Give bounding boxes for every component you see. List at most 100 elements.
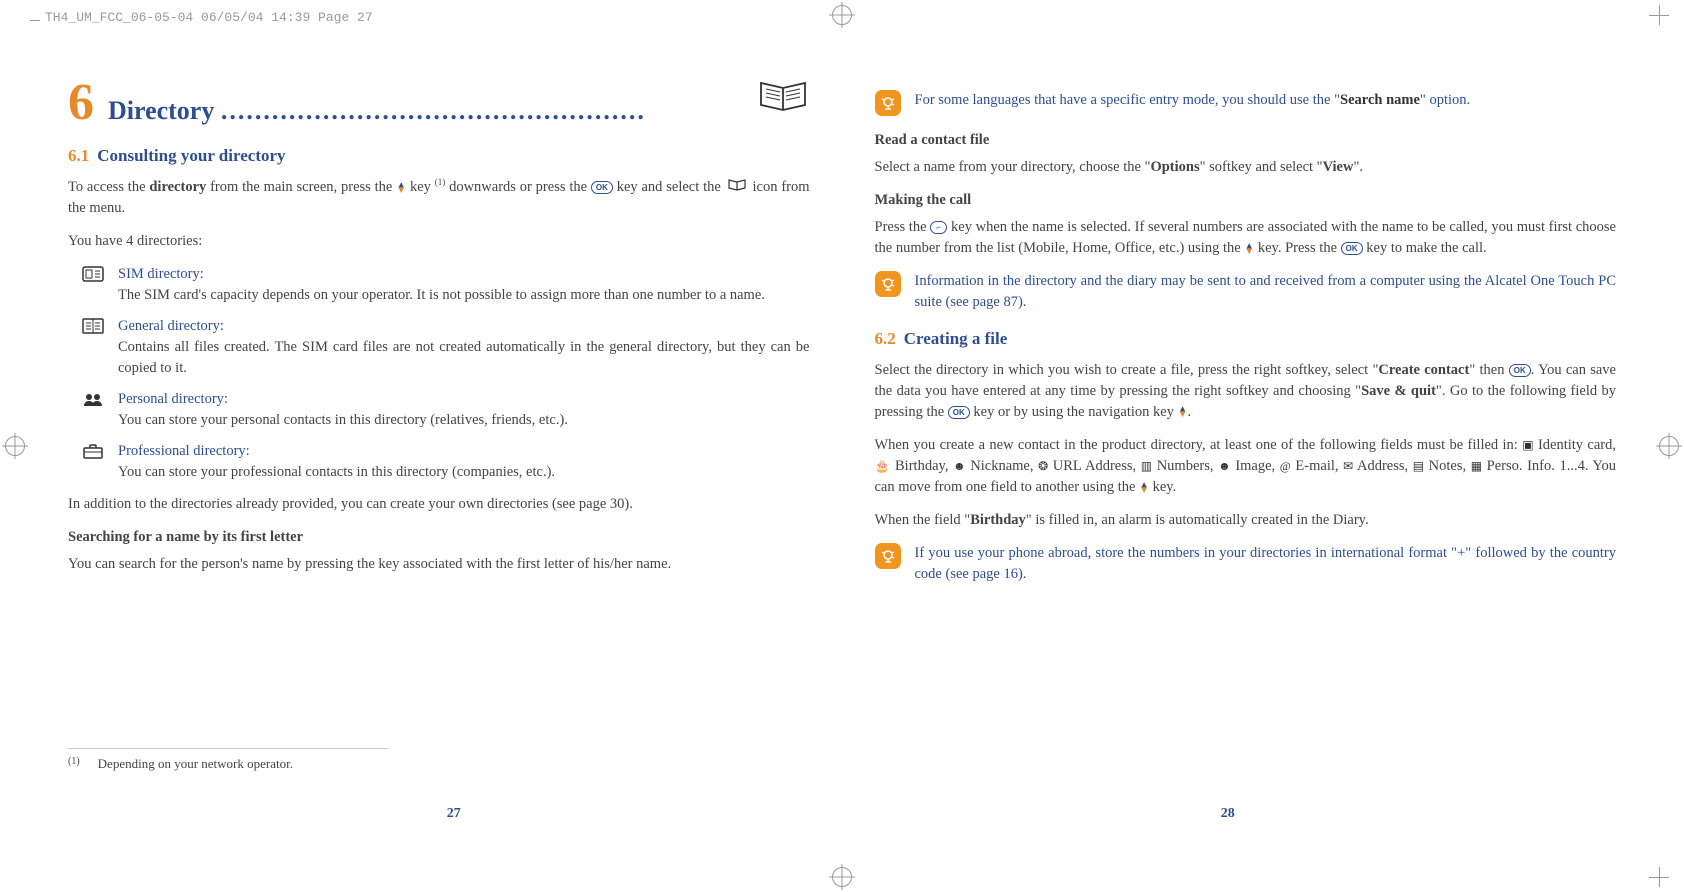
nav-key-icon: ▲▼: [1244, 244, 1254, 254]
chapter-title-text: Directory: [108, 96, 214, 125]
ok-key-icon: OK: [1509, 364, 1531, 377]
birthday-icon: 🎂: [875, 459, 891, 473]
image-icon: ☻: [1218, 459, 1231, 473]
you-have-text: You have 4 directories:: [68, 231, 810, 252]
search-heading: Searching for a name by its first letter: [68, 527, 810, 548]
registration-mark-bottom: [832, 867, 852, 887]
text: " then: [1469, 362, 1508, 378]
tip-icon: [875, 271, 901, 297]
field-name: URL Address,: [1053, 458, 1136, 474]
dir-name: Professional directory:: [118, 441, 810, 462]
tip-icon: [875, 543, 901, 569]
text: " softkey and select ": [1200, 159, 1323, 175]
numbers-icon: ▥: [1141, 459, 1152, 473]
perso-info-icon: ▦: [1471, 459, 1482, 473]
section-num: 6.2: [875, 329, 896, 348]
left-page: 6 Directory ............................…: [68, 70, 840, 832]
field-name: Nickname,: [970, 458, 1033, 474]
general-directory-icon: [82, 318, 104, 341]
create-file-text: Select the directory in which you wish t…: [875, 360, 1617, 423]
text: Press the: [875, 219, 931, 235]
nav-key-icon: ▲▼: [1178, 407, 1188, 417]
professional-directory-icon: [82, 443, 104, 466]
text: Select the directory in which you wish t…: [875, 362, 1379, 378]
text: When you create a new contact in the pro…: [875, 437, 1523, 453]
ok-key-icon: OK: [591, 181, 613, 194]
registration-mark-left: [5, 436, 25, 456]
dir-name: General directory:: [118, 316, 810, 337]
registration-mark-top: [832, 5, 852, 25]
text: Select a name from your directory, choos…: [875, 159, 1151, 175]
note-text: If you use your phone abroad, store the …: [915, 543, 1617, 585]
crop-mark-tr: [1649, 5, 1669, 25]
section-6-1-title: 6.1 Consulting your directory: [68, 144, 810, 169]
nav-key-icon: ▲▼: [1139, 483, 1149, 493]
intro-paragraph: To access the directory from the main sc…: [68, 176, 810, 219]
email-icon: @: [1280, 459, 1291, 473]
note-pc-suite: Information in the directory and the dia…: [875, 271, 1617, 313]
address-icon: ✉: [1343, 459, 1353, 473]
section-title-text: Creating a file: [904, 329, 1008, 348]
text: When the field ": [875, 512, 971, 528]
addition-text: In addition to the directories already p…: [68, 494, 810, 515]
text: key and select the: [613, 179, 725, 195]
text-bold: View: [1323, 159, 1354, 175]
chapter-dots: ........................................…: [221, 96, 646, 125]
text: key to make the call.: [1363, 240, 1487, 256]
text: key: [406, 179, 435, 195]
identity-card-icon: ▣: [1522, 438, 1533, 452]
note-international: If you use your phone abroad, store the …: [875, 543, 1617, 585]
ok-key-icon: OK: [948, 406, 970, 419]
text: .: [1188, 404, 1192, 420]
text-bold: Search name: [1340, 92, 1420, 108]
text: downwards or press the: [445, 179, 591, 195]
text: ".: [1353, 159, 1363, 175]
text: from the main screen, press the: [206, 179, 396, 195]
birthday-paragraph: When the field "Birthday" is filled in, …: [875, 510, 1617, 531]
directory-book-icon: [756, 75, 810, 122]
read-contact-text: Select a name from your directory, choos…: [875, 157, 1617, 178]
text-bold: Save & quit: [1361, 383, 1436, 399]
dir-desc: You can store your personal contacts in …: [118, 410, 810, 431]
file-header: TH4_UM_FCC_06-05-04 06/05/04 14:39 Page …: [45, 10, 373, 25]
dir-name: SIM directory:: [118, 264, 810, 285]
field-name: Notes,: [1429, 458, 1466, 474]
page-number-right: 28: [840, 804, 1617, 824]
section-title-text: Consulting your directory: [97, 146, 285, 165]
text-bold: Create contact: [1378, 362, 1469, 378]
page-number-left: 27: [68, 804, 840, 824]
dir-item-professional: Professional directory: You can store yo…: [82, 441, 810, 483]
dir-item-sim: SIM directory: The SIM card's capacity d…: [82, 264, 810, 306]
dir-desc: Contains all files created. The SIM card…: [118, 337, 810, 379]
text: " is filled in, an alarm is automaticall…: [1026, 512, 1369, 528]
personal-directory-icon: [82, 391, 104, 414]
field-name: Numbers,: [1157, 458, 1214, 474]
call-key-icon: ⌐: [930, 221, 947, 234]
field-name: Birthday,: [895, 458, 948, 474]
sim-directory-icon: [82, 266, 104, 289]
note-search-name: For some languages that have a specific …: [875, 90, 1617, 116]
dir-name: Personal directory:: [118, 389, 810, 410]
text: To access the: [68, 179, 149, 195]
search-text: You can search for the person's name by …: [68, 554, 810, 575]
text: " option.: [1420, 92, 1470, 108]
field-name: Identity card,: [1538, 437, 1616, 453]
field-name: Address,: [1357, 458, 1408, 474]
dir-desc: You can store your professional contacts…: [118, 462, 810, 483]
text-bold: Options: [1150, 159, 1199, 175]
footnote-ref: (1): [435, 177, 446, 187]
section-6-2-title: 6.2 Creating a file: [875, 327, 1617, 352]
crop-mark: [30, 20, 40, 24]
dir-desc: The SIM card's capacity depends on your …: [118, 285, 810, 306]
nickname-icon: ☻: [953, 459, 966, 473]
nav-key-icon: ▲▼: [396, 183, 406, 193]
menu-book-icon: [727, 177, 747, 198]
read-contact-heading: Read a contact file: [875, 130, 1617, 151]
text-bold: directory: [149, 179, 206, 195]
making-call-text: Press the ⌐ key when the name is selecte…: [875, 217, 1617, 259]
note-text: Information in the directory and the dia…: [915, 271, 1617, 313]
registration-mark-right: [1659, 436, 1679, 456]
footnote: (1) Depending on your network operator.: [68, 748, 388, 774]
section-num: 6.1: [68, 146, 89, 165]
field-name: E-mail,: [1295, 458, 1338, 474]
